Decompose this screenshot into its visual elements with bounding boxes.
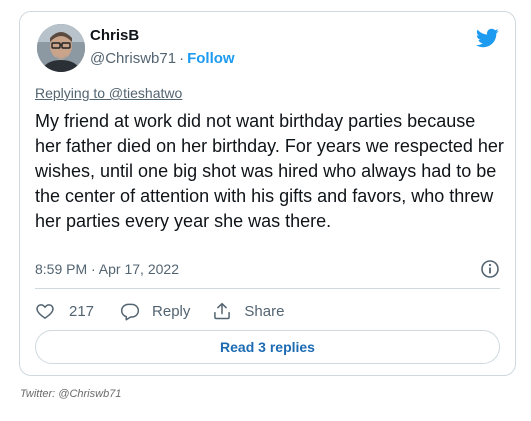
handle-row: @Chriswb71 · Follow [90, 49, 235, 69]
reply-label: Reply [152, 302, 191, 320]
heart-icon [36, 304, 54, 319]
author-name[interactable]: ChrisB [90, 26, 235, 46]
share-label: Share [244, 302, 285, 320]
image-credit: Twitter: @Chriswb71 [20, 388, 122, 400]
author-handle[interactable]: @Chriswb71 [90, 50, 176, 67]
info-icon[interactable] [480, 259, 500, 279]
reply-icon [120, 303, 140, 321]
tweet-text: My friend at work did not want birthday … [35, 111, 504, 231]
separator-dot: · [179, 50, 185, 67]
share-button[interactable]: Share [212, 301, 284, 321]
like-button[interactable]: 217 [35, 301, 94, 321]
twitter-bird-icon[interactable] [475, 26, 499, 50]
action-bar: 217 Reply Share [35, 300, 284, 322]
tweet-timestamp[interactable]: 8:59 PM · Apr 17, 2022 [35, 261, 179, 277]
tweet-card: ChrisB @Chriswb71 · Follow Replying to @ti… [19, 11, 516, 376]
author-block: ChrisB @Chriswb71 · Follow [90, 26, 235, 69]
follow-button[interactable]: Follow [187, 50, 235, 67]
like-count: 217 [69, 302, 95, 320]
read-replies-button[interactable]: Read 3 replies [35, 330, 500, 364]
replying-to-link[interactable]: Replying to @tieshatwo [35, 85, 182, 101]
avatar[interactable] [37, 24, 85, 72]
divider [35, 288, 500, 289]
share-icon [214, 302, 231, 320]
reply-button[interactable]: Reply [120, 301, 190, 321]
